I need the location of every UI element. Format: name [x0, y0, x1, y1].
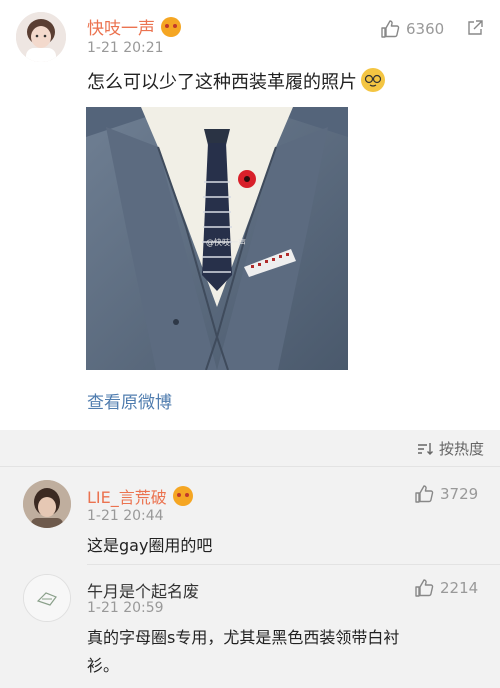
- view-original-link[interactable]: 查看原微博: [87, 388, 172, 413]
- photo-watermark: @快吱一声: [206, 238, 246, 247]
- sort-label: 按热度: [438, 440, 484, 458]
- comment-avatar[interactable]: [23, 480, 71, 528]
- nerd-emoji-icon: [361, 68, 385, 92]
- post-time: 1-21 20:21: [87, 40, 164, 56]
- avatar-portrait-icon: [23, 480, 71, 528]
- share-icon: [468, 20, 483, 35]
- post-username-text[interactable]: 快吱一声: [87, 19, 155, 39]
- comment-like-count: 3729: [440, 485, 479, 503]
- share-button[interactable]: [466, 19, 484, 41]
- post-photo[interactable]: @快吱一声: [86, 107, 348, 370]
- comment-like-count: 2214: [440, 579, 479, 597]
- post-like-button[interactable]: 6360: [380, 19, 444, 39]
- thumbs-up-icon: [381, 20, 400, 38]
- comment-time: 1-21 20:44: [87, 508, 164, 524]
- comment-username[interactable]: 午月是个起名废: [87, 578, 199, 602]
- post-username[interactable]: 快吱一声: [87, 14, 181, 39]
- comment-text-line-1: 真的字母圈s专用，尤其是黑色西装领带白衬: [87, 628, 400, 647]
- comment-time: 1-21 20:59: [87, 600, 164, 616]
- avatar-sketch-icon: [24, 575, 70, 621]
- comment-username[interactable]: LIE_言荒破: [87, 484, 193, 508]
- comment-username-text[interactable]: 午月是个起名废: [87, 582, 199, 601]
- comment-username-text[interactable]: LIE_言荒破: [87, 488, 167, 507]
- main-post: 快吱一声 1-21 20:21 6360 怎么可以少了这种西装革履的照片 @快吱…: [0, 0, 500, 430]
- comment-text: 这是gay圈用的吧: [87, 536, 213, 555]
- comment-like-button[interactable]: 2214: [414, 578, 478, 598]
- sort-icon: [417, 442, 433, 455]
- comment-like-button[interactable]: 3729: [414, 484, 478, 504]
- sort-by-hot-button[interactable]: 按热度: [417, 438, 484, 459]
- thumbs-up-icon: [415, 485, 434, 503]
- user-avatar[interactable]: [16, 12, 66, 62]
- avatar-portrait-icon: [16, 12, 66, 62]
- thumbs-up-icon: [415, 579, 434, 597]
- comment-avatar[interactable]: [23, 574, 71, 622]
- member-badge-icon: [161, 17, 181, 37]
- comment-divider: [87, 564, 500, 565]
- post-text-body: 怎么可以少了这种西装革履的照片: [87, 72, 357, 93]
- post-text: 怎么可以少了这种西装革履的照片: [87, 68, 385, 94]
- comments-section: 按热度 LIE_言荒破 1-21 20:44 3729 这是gay圈用的吧 午月…: [0, 430, 500, 688]
- post-like-count: 6360: [406, 20, 445, 38]
- member-badge-icon: [172, 486, 193, 506]
- sort-divider: [0, 466, 500, 467]
- comment-text-line-2: 衫。: [87, 656, 120, 675]
